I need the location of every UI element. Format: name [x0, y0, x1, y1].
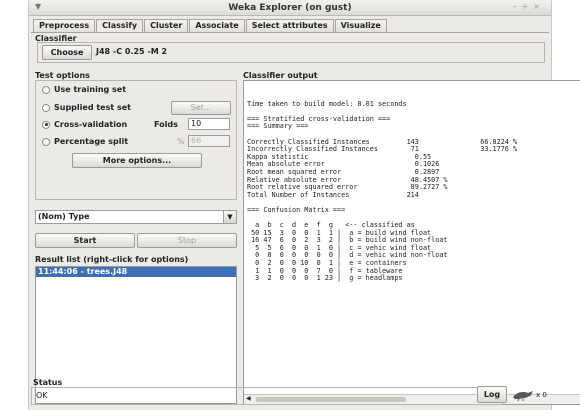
- log-button[interactable]: Log: [477, 386, 507, 403]
- folds-input[interactable]: 10: [188, 118, 230, 130]
- status-text: OK: [36, 391, 48, 400]
- tab-visualize[interactable]: Visualize: [334, 19, 387, 32]
- weka-bird-icon: [513, 391, 533, 401]
- percentage-split-radio[interactable]: Percentage split: [42, 137, 128, 146]
- tab-cluster[interactable]: Cluster: [144, 19, 189, 32]
- radio-selected-icon: [42, 120, 50, 129]
- title-bar: ▼ Weka Explorer (on gust) –+×: [29, 0, 551, 16]
- status-bar: Status OK Log x 0: [29, 377, 551, 410]
- stop-button[interactable]: Stop: [137, 233, 237, 248]
- class-attribute-select[interactable]: (Nom) Type ▼: [35, 210, 237, 224]
- status-section-label: Status: [33, 378, 63, 387]
- result-list-item[interactable]: 11:44:06 - trees.J48: [36, 267, 236, 277]
- weka-explorer-window: ▼ Weka Explorer (on gust) –+× Preprocess…: [28, 0, 580, 410]
- classifier-box: Choose J48 -C 0.25 -M 2: [37, 42, 545, 63]
- window-controls[interactable]: –+×: [513, 2, 545, 11]
- classify-panel: Classifier Choose J48 -C 0.25 -M 2 Test …: [31, 32, 580, 405]
- result-list-label: Result list (right-click for options): [35, 255, 189, 264]
- tab-associate[interactable]: Associate: [189, 19, 245, 32]
- classifier-spec[interactable]: J48 -C 0.25 -M 2: [96, 47, 167, 56]
- classifier-output-area[interactable]: Time taken to build model: 0.01 seconds …: [243, 80, 580, 405]
- set-test-set-button[interactable]: Set...: [171, 101, 231, 115]
- tab-select-attributes[interactable]: Select attributes: [245, 19, 334, 32]
- tab-classify[interactable]: Classify: [96, 19, 144, 33]
- chevron-down-icon[interactable]: ▼: [223, 211, 236, 223]
- supplied-test-set-radio[interactable]: Supplied test set: [42, 103, 131, 112]
- percentage-input[interactable]: 66: [188, 135, 230, 147]
- folds-label: Folds: [154, 120, 178, 129]
- tab-bar: Preprocess Classify Cluster Associate Se…: [33, 19, 388, 33]
- radio-icon: [42, 85, 50, 94]
- radio-icon: [42, 137, 50, 146]
- cross-validation-radio[interactable]: Cross-validation: [42, 120, 127, 129]
- more-options-button[interactable]: More options...: [72, 153, 202, 168]
- choose-button[interactable]: Choose: [42, 45, 92, 60]
- classifier-output-text: Time taken to build model: 0.01 seconds …: [247, 99, 518, 283]
- test-options-label: Test options: [35, 71, 90, 80]
- radio-icon: [42, 103, 50, 112]
- classifier-output-label: Classifier output: [243, 71, 318, 80]
- thread-count: x 0: [536, 391, 547, 399]
- use-training-set-radio[interactable]: Use training set: [42, 85, 126, 94]
- window-title: Weka Explorer (on gust): [228, 3, 352, 13]
- status-box: OK: [31, 387, 503, 405]
- start-button[interactable]: Start: [35, 233, 135, 248]
- test-options-panel: Use training set Supplied test set Set..…: [35, 80, 237, 200]
- tab-preprocess[interactable]: Preprocess: [33, 19, 96, 32]
- percent-sign: %: [177, 137, 185, 146]
